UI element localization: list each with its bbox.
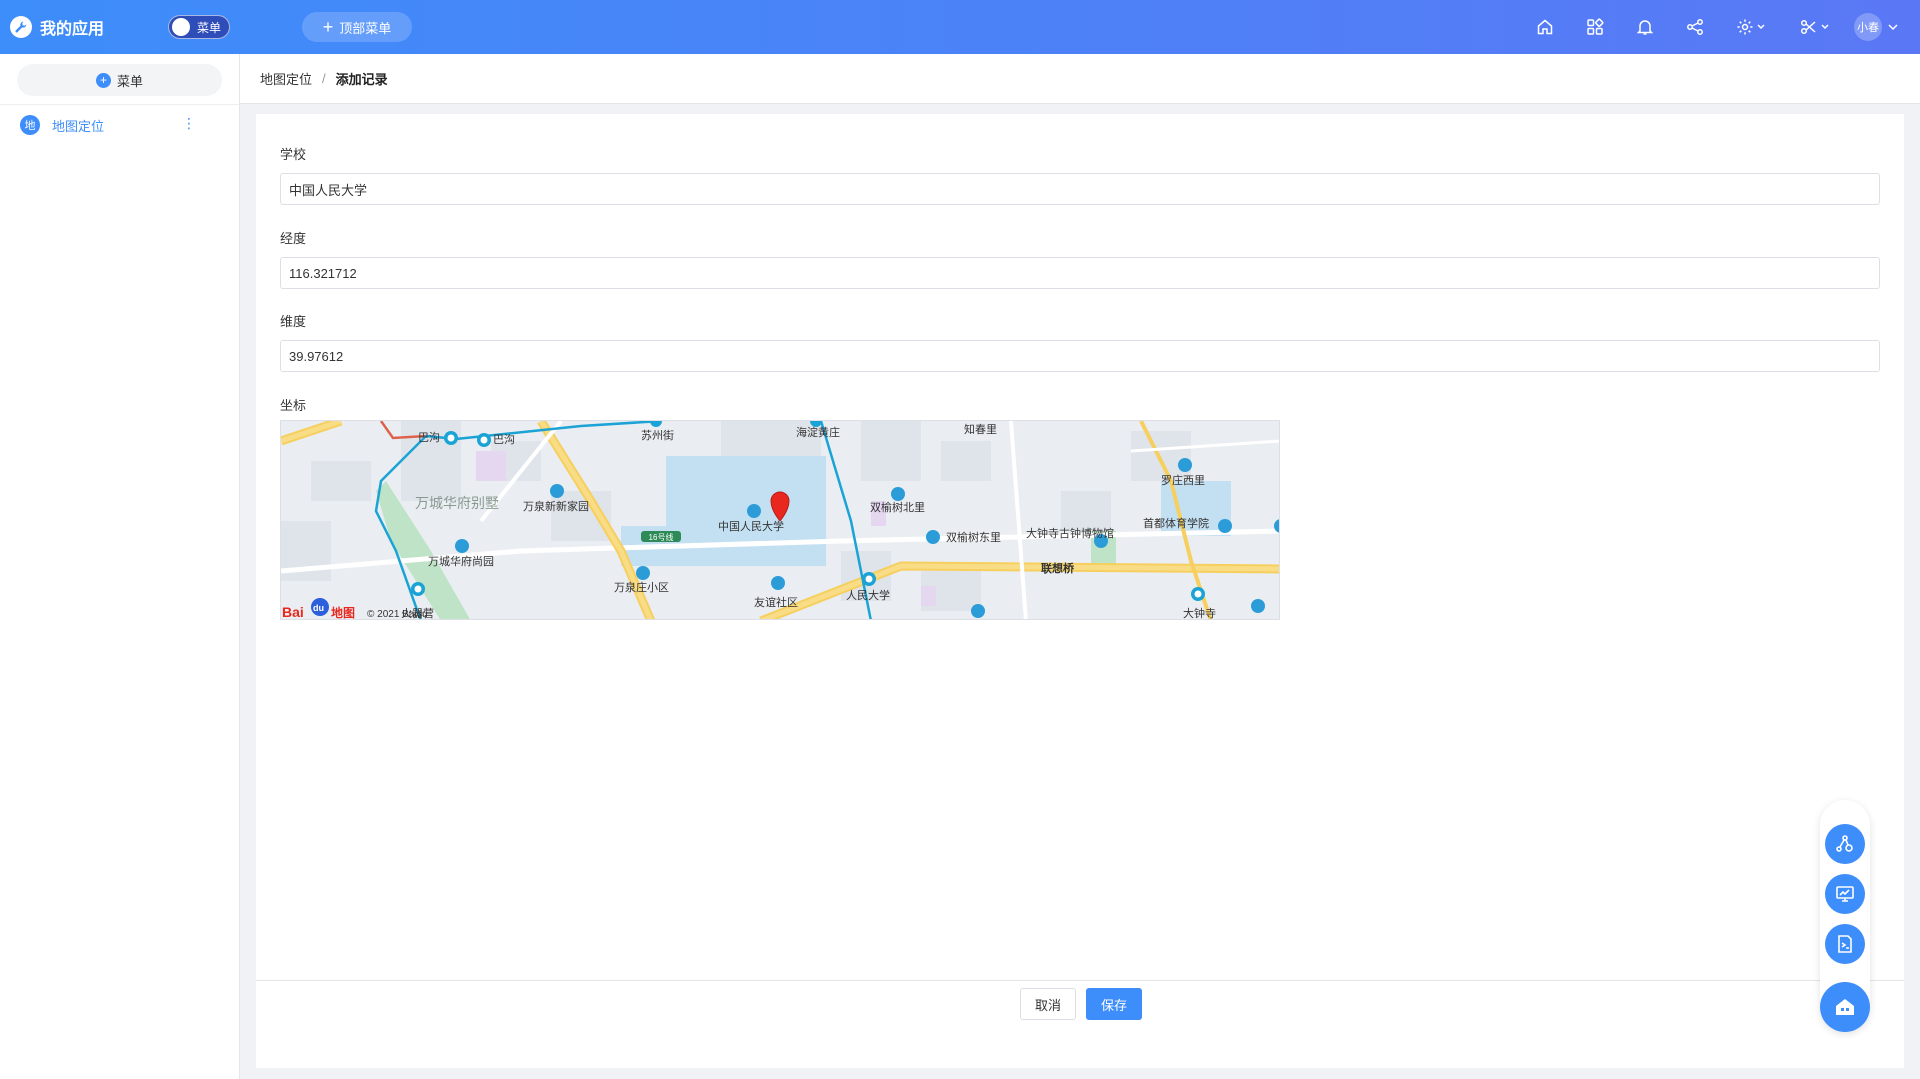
sidebar: + 菜单 地 地图定位 ⋮ [0,54,240,1079]
baidu-logo-du: du [313,603,324,613]
longitude-field: 经度 [280,228,1880,289]
longitude-label: 经度 [280,231,307,246]
top-menu-label: 顶部菜单 [339,20,392,36]
map-label-haidianhuangzhuang: 海淀黄庄 [796,425,840,439]
monitor-icon[interactable] [1825,874,1865,914]
latitude-input[interactable] [280,340,1880,372]
app-logo[interactable]: 我的应用 [10,15,104,39]
coordinate-field: 坐标 [280,395,1880,413]
map-label-line16: 16号线 [649,532,674,542]
toggle-knob [172,18,190,36]
map-label-dazhongsi: 大钟寺 [1183,606,1216,620]
settings-icon[interactable] [1720,0,1784,54]
map-label-lianxiangqiao: 联想桥 [1041,561,1075,575]
map-label-shuangyushubeili: 双榆树北里 [870,500,925,514]
map-label-bagou2: 巴沟 [493,433,515,446]
breadcrumb-separator: / [322,71,326,86]
avatar: 小春 [1854,13,1882,41]
cancel-button[interactable]: 取消 [1020,988,1076,1020]
map-label-wanquanxinxinjiayuan: 万泉新新家园 [523,499,589,513]
map-label-wanchenghuafushangyuan: 万城华府尚园 [428,554,494,568]
footer-divider [256,980,1904,981]
coordinate-label: 坐标 [280,398,307,413]
school-label: 学校 [280,147,307,162]
floating-toolbar [1820,800,1870,1032]
school-field: 学校 [280,144,1880,205]
map-label-bagou1: 巴沟 [418,431,440,444]
home-icon[interactable] [1520,0,1570,54]
map-label-luozhuangxili: 罗庄西里 [1161,473,1205,487]
map-label-wanchenghuafubieshu: 万城华府别墅 [415,495,499,511]
more-vertical-icon[interactable]: ⋮ [182,116,196,130]
share-icon[interactable] [1670,0,1720,54]
breadcrumb-parent[interactable]: 地图定位 [260,69,312,88]
school-input[interactable] [280,173,1880,205]
baidu-logo-map: 地图 [331,605,355,620]
longitude-input[interactable] [280,257,1880,289]
share-settings-icon[interactable] [1825,824,1865,864]
top-header: 我的应用 菜单 + 顶部菜单 小春 [0,0,1920,54]
map-copyright: © 2021 Baidu [367,609,428,620]
sidebar-item-label: 地图定位 [52,118,105,134]
wrench-logo-icon [10,16,32,38]
terminal-icon[interactable] [1825,924,1865,964]
plus-icon: + [322,17,334,37]
chevron-down-icon [1888,24,1898,31]
breadcrumb: 地图定位 / 添加记录 [240,54,1920,104]
sidebar-item-badge: 地 [20,115,40,135]
map-label-wanquanzhuang: 万泉庄小区 [614,580,669,594]
form-panel: 学校 经度 维度 坐标 [256,114,1904,1068]
baidu-logo-text: Bai [282,604,304,620]
map-label-zhichunli: 知春里 [964,422,997,436]
toggle-label: 菜单 [197,20,222,35]
sidebar-menu-button[interactable]: + 菜单 [17,64,222,96]
save-button[interactable]: 保存 [1086,988,1142,1020]
chevron-down-icon [1757,24,1765,30]
map-label-renmindaxue-station: 人民大学 [846,588,890,602]
tools-icon[interactable] [1784,0,1848,54]
map-label-shoudu-tiyu: 首都体育学院 [1143,516,1209,530]
map-label-shuangyushudongli: 双榆树东里 [946,530,1001,544]
map-label-youyishequ: 友谊社区 [754,595,798,609]
bell-icon[interactable] [1620,0,1670,54]
map-view[interactable]: 16号线 巴沟 巴沟 苏州街 海淀黄庄 知春里 罗庄西里 万城华府别墅 万泉新新… [280,420,1280,620]
sidebar-item-map-location[interactable]: 地 地图定位 ⋮ [0,105,239,145]
app-title: 我的应用 [40,21,105,38]
breadcrumb-current: 添加记录 [335,72,388,87]
latitude-label: 维度 [280,314,307,329]
menu-toggle[interactable]: 菜单 [168,15,230,39]
latitude-field: 维度 [280,311,1880,372]
map-label-suzhoujie: 苏州街 [641,428,674,442]
top-menu-button[interactable]: + 顶部菜单 [302,12,412,42]
sidebar-menu-label: 菜单 [116,73,143,89]
map-label-dazhongsi-museum: 大钟寺古钟博物馆 [1026,526,1114,540]
user-menu[interactable]: 小春 [1854,13,1900,41]
apps-icon[interactable] [1570,0,1620,54]
plus-circle-icon: + [95,72,111,88]
home-building-icon[interactable] [1820,982,1870,1032]
map-label-renmindaxue-campus: 中国人民大学 [718,519,784,533]
header-toolbar: 小春 [1520,0,1920,54]
